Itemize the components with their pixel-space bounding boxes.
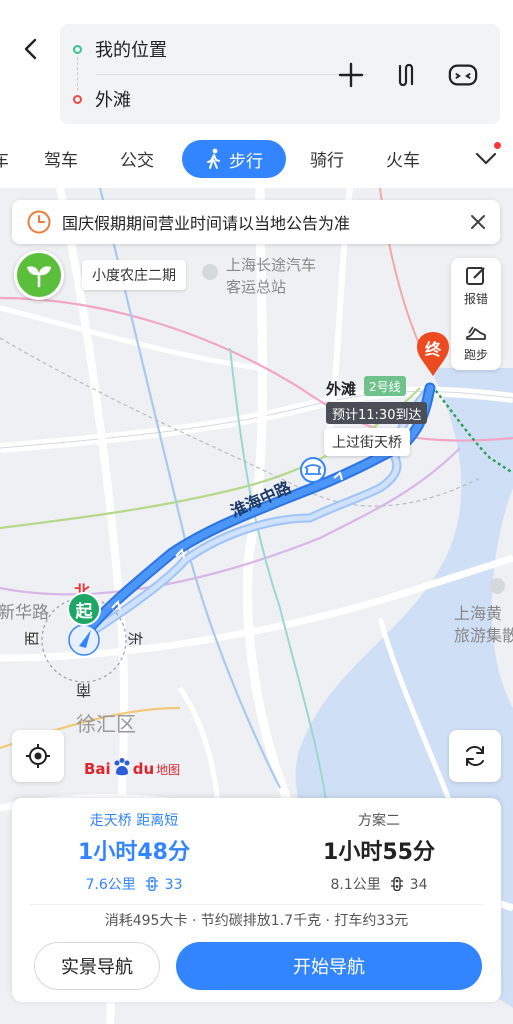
plan-option-1[interactable]: 走天桥 距离短 1小时48分 7.6公里 33 (12, 798, 256, 904)
origin-field[interactable]: 我的位置 (60, 24, 330, 74)
notice-text: 国庆假期期间营业时间请以当地公告为准 (62, 214, 351, 233)
clock-icon (27, 210, 51, 234)
plan-2-tag: 方案二 (358, 813, 400, 829)
end-pin-label: 终 (424, 340, 441, 359)
origin-text: 我的位置 (95, 40, 167, 61)
back-icon[interactable] (16, 34, 46, 64)
sprout-icon[interactable] (14, 250, 64, 300)
traffic-light-icon (391, 876, 404, 895)
report-error-button[interactable]: 报错 (451, 258, 501, 314)
destination-field[interactable]: 外滩 (60, 74, 330, 124)
plan-1-meta: 7.6公里 33 (12, 874, 256, 895)
plan-1-distance: 7.6公里 (85, 877, 136, 893)
start-nav-button[interactable]: 开始导航 (176, 942, 482, 990)
origin-dot-icon (73, 44, 82, 54)
destination-map-label: 外滩 (326, 380, 357, 398)
route-plans-card: 走天桥 距离短 1小时48分 7.6公里 33 方案二 1小时55分 8.1公里… (12, 798, 501, 1002)
destination-pin[interactable]: 终 (414, 330, 452, 378)
logo-du: du (132, 760, 155, 778)
run-label: 跑步 (463, 348, 488, 362)
baidu-logo: Bai du 地图 (84, 757, 180, 781)
route-input-box: 我的位置 外滩 (60, 24, 500, 124)
bridge-label[interactable]: 上过街天桥 (324, 428, 410, 456)
tab-ride[interactable]: 骑行 (310, 146, 344, 171)
vr-icon[interactable] (448, 60, 478, 90)
compass-south: 南 (76, 681, 92, 699)
tourist-label-2: 旅游集散 (454, 626, 513, 645)
refresh-button[interactable] (449, 730, 501, 782)
refresh-icon (466, 746, 484, 766)
notification-dot (494, 142, 501, 149)
plan-1-lights: 33 (164, 877, 183, 893)
walk-icon (207, 148, 220, 169)
eta-tag: 预计11:30到达 (326, 402, 428, 424)
live-nav-button[interactable]: 实景导航 (34, 942, 160, 990)
paw-icon (112, 757, 132, 781)
tab-drive[interactable]: 驾车 (44, 146, 78, 171)
shoe-icon (466, 326, 486, 340)
plan-2-time: 1小时55分 (323, 840, 435, 865)
plan-2-distance: 8.1公里 (330, 877, 381, 893)
start-pin[interactable]: 起 (67, 592, 101, 626)
tab-taxi-cut[interactable]: 车 (0, 146, 9, 171)
station-label-1: 上海长途汽车 (226, 256, 317, 274)
destination-text: 外滩 (95, 90, 131, 111)
edit-icon (466, 267, 485, 285)
metro-line-tag: 2号线 (364, 376, 406, 396)
logo-map-word: 地图 (156, 762, 181, 777)
tab-train[interactable]: 火车 (386, 146, 420, 171)
tourist-label-1: 上海黄 (454, 604, 503, 623)
holiday-notice-banner[interactable]: 国庆假期期间营业时间请以当地公告为准 (12, 200, 500, 244)
plan-1-time: 1小时48分 (78, 840, 190, 865)
locate-button[interactable] (12, 730, 64, 782)
compass-west: 西 (23, 630, 42, 647)
plan-2-meta: 8.1公里 34 (257, 874, 501, 895)
route-header: 我的位置 外滩 (0, 0, 513, 132)
destination-dot-icon (73, 94, 82, 104)
card-divider (30, 904, 483, 905)
route-switch-icon[interactable] (392, 60, 422, 90)
tab-walk-label: 步行 (229, 151, 263, 172)
tab-transit[interactable]: 公交 (120, 146, 154, 171)
district-label: 徐汇区 (76, 712, 136, 736)
plan-1-tag: 走天桥 距离短 (89, 813, 179, 829)
plan-option-2[interactable]: 方案二 1小时55分 8.1公里 34 (257, 798, 501, 904)
station-label-2: 客运总站 (226, 278, 287, 296)
plan-2-lights: 34 (409, 877, 428, 893)
report-label: 报错 (463, 292, 488, 306)
chevron-down-icon[interactable] (474, 146, 498, 174)
run-button[interactable]: 跑步 (451, 314, 501, 370)
farm-label[interactable]: 小度农庄二期 (82, 260, 186, 290)
map-tools-panel: 报错 跑步 (451, 258, 501, 370)
crosshair-icon (26, 744, 50, 768)
logo-bai: Bai (84, 760, 111, 778)
tab-walk[interactable]: 步行 (182, 140, 286, 178)
close-icon[interactable] (468, 212, 488, 232)
add-icon[interactable] (336, 60, 366, 90)
compass-east: 东 (126, 630, 145, 647)
traffic-light-icon (146, 876, 159, 895)
trip-stats: 消耗495大卡 · 节约碳排放1.7千克 · 打车约33元 (104, 913, 409, 929)
